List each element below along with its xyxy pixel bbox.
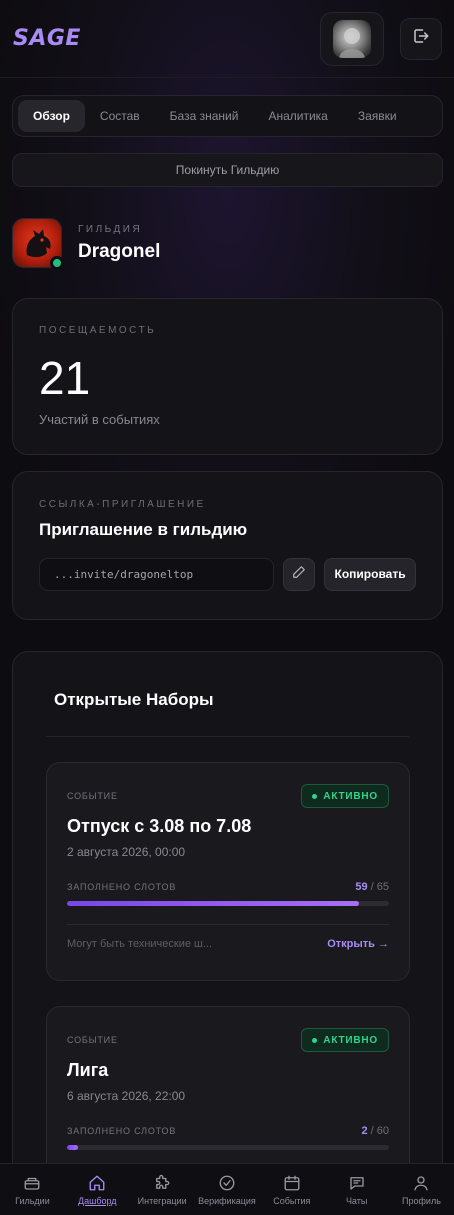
status-text: АКТИВНО (323, 790, 378, 802)
nav-label: Чаты (345, 1196, 368, 1206)
user-avatar-button[interactable] (320, 11, 384, 66)
invite-label: ССЫЛКА-ПРИГЛАШЕНИЕ (39, 499, 206, 510)
invite-card: ССЫЛКА-ПРИГЛАШЕНИЕ Приглашение в гильдию… (12, 471, 443, 620)
nav-label: Гильдии (15, 1196, 50, 1206)
status-badge: АКТИВНО (301, 784, 389, 808)
status-text: АКТИВНО (323, 1034, 378, 1046)
nav-dashboard[interactable]: Дашборд (65, 1173, 129, 1206)
app-logo[interactable]: SAGE (13, 26, 81, 51)
nav-label: События (273, 1196, 311, 1206)
tab-overview[interactable]: Обзор (18, 100, 85, 132)
status-dot-icon (312, 793, 318, 799)
user-icon (411, 1173, 431, 1193)
pencil-icon (292, 565, 306, 584)
tab-roster[interactable]: Состав (85, 100, 155, 132)
status-badge: АКТИВНО (301, 1028, 389, 1052)
guild-header: ГИЛЬДИЯ Dragonel (12, 218, 161, 270)
divider (46, 736, 409, 737)
attendance-card: ПОСЕЩАЕМОСТЬ 21 Участий в событиях (12, 298, 443, 455)
event-type: СОБЫТИЕ (67, 1035, 118, 1045)
attendance-subtitle: Участий в событиях (39, 412, 160, 427)
logout-button[interactable] (400, 17, 442, 60)
event-title: Отпуск с 3.08 по 7.08 (67, 816, 252, 836)
copy-link-button[interactable]: Копировать (324, 558, 416, 591)
nav-guilds[interactable]: Гильдии (0, 1173, 64, 1206)
nav-verification[interactable]: Верификация (195, 1173, 259, 1206)
recruitments-title: Открытые Наборы (54, 690, 214, 709)
slots-total: / 65 (370, 881, 389, 893)
chat-icon (347, 1173, 367, 1193)
slots-progress-fill (67, 1145, 78, 1150)
guilds-icon (22, 1173, 42, 1193)
event-type: СОБЫТИЕ (67, 791, 118, 801)
leave-guild-button[interactable]: Покинуть Гильдию (12, 153, 443, 187)
tab-applications[interactable]: Заявки (343, 100, 412, 132)
nav-events[interactable]: События (260, 1173, 324, 1206)
nav-label: Профиль (402, 1196, 441, 1206)
nav-label: Верификация (198, 1196, 256, 1206)
nav-label: Дашборд (78, 1196, 117, 1206)
puzzle-icon (152, 1173, 172, 1193)
top-header: SAGE (0, 0, 454, 78)
bottom-navigation: Гильдии Дашборд Интеграции Верификация С… (0, 1163, 454, 1215)
logout-icon (412, 27, 430, 50)
edit-link-button[interactable] (283, 558, 316, 591)
tab-knowledge-base[interactable]: База знаний (155, 100, 254, 132)
invite-link-field[interactable]: ...invite/dragoneltop (39, 558, 275, 591)
slots-progress-bar (67, 901, 389, 906)
invite-title: Приглашение в гильдию (39, 520, 248, 539)
slots-filled: 2 (361, 1125, 368, 1137)
attendance-value: 21 (39, 352, 91, 404)
tab-analytics[interactable]: Аналитика (253, 100, 342, 132)
slots-filled: 59 (355, 881, 368, 893)
slots-label: ЗАПОЛНЕНО СЛОТОВ (67, 1126, 177, 1136)
nav-chats[interactable]: Чаты (325, 1173, 389, 1206)
event-date: 6 августа 2026, 22:00 (67, 1089, 186, 1103)
event-date: 2 августа 2026, 00:00 (67, 845, 186, 859)
open-recruitments-card: Открытые Наборы СОБЫТИЕ АКТИВНО Отпуск с… (12, 651, 443, 1215)
open-event-link[interactable]: Открыть → (327, 938, 389, 950)
attendance-label: ПОСЕЩАЕМОСТЬ (39, 325, 157, 336)
check-circle-icon (217, 1173, 237, 1193)
nav-profile[interactable]: Профиль (389, 1173, 453, 1206)
slots-count: 59 / 65 (355, 881, 389, 893)
event-title: Лига (67, 1060, 109, 1080)
slots-progress-bar (67, 1145, 389, 1150)
guild-label: ГИЛЬДИЯ (78, 223, 143, 235)
nav-label: Интеграции (137, 1196, 187, 1206)
slots-total: / 60 (370, 1125, 389, 1137)
slots-count: 2 / 60 (361, 1125, 389, 1137)
guild-emblem (12, 218, 64, 270)
calendar-icon (282, 1173, 302, 1193)
guild-tabs: Обзор Состав База знаний Аналитика Заявк… (12, 95, 443, 137)
event-card[interactable]: СОБЫТИЕ АКТИВНО Отпуск с 3.08 по 7.08 2 … (46, 762, 410, 981)
status-dot-icon (312, 1037, 318, 1043)
event-note: Могут быть технические ш... (67, 938, 213, 950)
online-status-dot (50, 256, 64, 270)
slots-progress-fill (67, 901, 360, 906)
home-icon (87, 1173, 107, 1193)
nav-integrations[interactable]: Интеграции (130, 1173, 194, 1206)
slots-label: ЗАПОЛНЕНО СЛОТОВ (67, 882, 177, 892)
guild-name: Dragonel (78, 240, 161, 262)
avatar (333, 19, 371, 58)
